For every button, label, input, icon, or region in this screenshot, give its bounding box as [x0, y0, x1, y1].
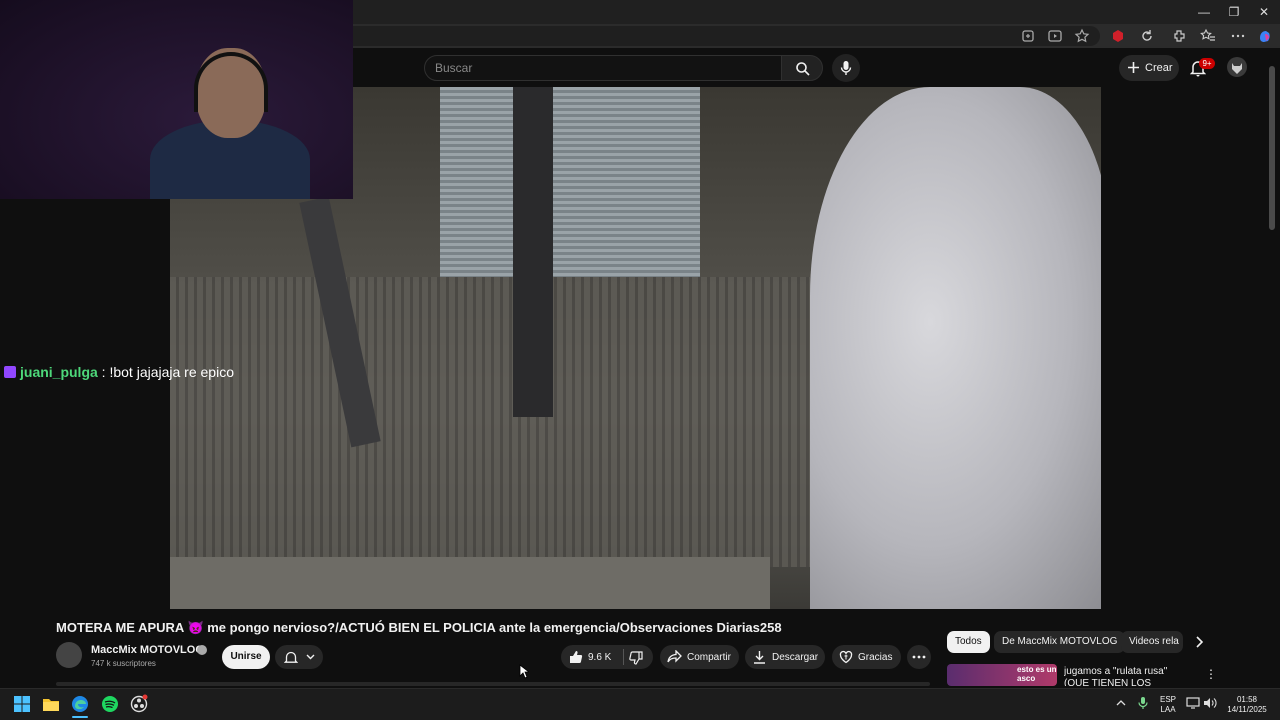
- file-explorer-icon[interactable]: [41, 694, 61, 714]
- thanks-heart-icon: [839, 650, 853, 664]
- volume-icon[interactable]: [1203, 697, 1217, 709]
- more-actions-button[interactable]: [907, 645, 931, 669]
- description-box-top: [56, 682, 930, 686]
- chat-username: juani_pulga: [20, 364, 98, 380]
- subscriber-count: 747 k suscriptores: [91, 659, 156, 668]
- chat-text: : !bot jajajaja re epico: [97, 364, 234, 380]
- video-frame-curb: [170, 557, 770, 609]
- recommended-video-menu[interactable]: ⋮: [1205, 667, 1217, 681]
- video-frame-pole: [513, 87, 553, 417]
- create-label: Crear: [1145, 62, 1173, 74]
- channel-avatar[interactable]: [56, 642, 82, 668]
- network-icon[interactable]: [1186, 697, 1200, 709]
- share-icon: [667, 650, 682, 663]
- picture-in-picture-icon[interactable]: [1047, 28, 1063, 44]
- video-frame-shutter: [440, 87, 700, 277]
- refresh-extension-icon[interactable]: [1139, 28, 1155, 44]
- favorites-icon[interactable]: [1200, 28, 1216, 44]
- obs-recording-icon[interactable]: [129, 694, 149, 714]
- video-frame-sidewalk: [170, 277, 810, 567]
- recommended-video-thumbnail[interactable]: esto es un asco: [947, 664, 1057, 686]
- thumbs-up-icon[interactable]: [569, 650, 583, 664]
- tray-microphone-icon[interactable]: [1137, 696, 1149, 710]
- download-icon: [754, 651, 765, 664]
- keyboard-layout: LAA: [1160, 705, 1176, 714]
- wolf-avatar-icon: [1232, 63, 1242, 74]
- voice-search-button[interactable]: [832, 54, 860, 82]
- spotify-icon[interactable]: [100, 694, 120, 714]
- thanks-label: Gracias: [858, 652, 893, 663]
- active-app-indicator: [72, 716, 88, 718]
- minimize-button[interactable]: —: [1196, 4, 1212, 20]
- tray-chevron-up-icon[interactable]: [1115, 698, 1127, 708]
- favorite-star-icon[interactable]: [1074, 28, 1090, 44]
- search-placeholder: Buscar: [435, 61, 473, 75]
- video-frame-hood: [810, 87, 1101, 609]
- like-divider: [623, 649, 624, 665]
- search-icon: [796, 62, 810, 76]
- edge-browser-icon[interactable]: [70, 694, 90, 714]
- chip-related[interactable]: Videos rela: [1121, 631, 1183, 653]
- verified-check-icon: [197, 645, 207, 655]
- close-button[interactable]: ✕: [1256, 4, 1272, 20]
- system-clock[interactable]: 01:58 14/11/2025: [1222, 695, 1272, 715]
- join-button[interactable]: Unirse: [222, 645, 270, 669]
- share-label: Compartir: [687, 652, 731, 663]
- thumbs-down-icon[interactable]: [629, 651, 643, 665]
- clock-date: 14/11/2025: [1227, 705, 1267, 714]
- language-code: ESP: [1159, 695, 1176, 704]
- streamer-webcam: [0, 0, 353, 199]
- download-button[interactable]: Descargar: [745, 645, 825, 669]
- chevron-right-icon[interactable]: [1192, 635, 1206, 649]
- scrollbar-thumb[interactable]: [1269, 66, 1275, 230]
- share-button[interactable]: Compartir: [660, 645, 739, 669]
- plus-icon: [1128, 62, 1139, 73]
- recommended-video-title[interactable]: jugamos a "rulata rusa" (QUE TIENEN LOS …: [1064, 666, 1194, 686]
- download-label: Descargar: [772, 652, 819, 663]
- windows-taskbar: [0, 688, 1280, 720]
- search-button[interactable]: [781, 55, 823, 81]
- create-button[interactable]: Crear: [1119, 55, 1179, 81]
- mouse-cursor-icon: [519, 664, 529, 679]
- twitch-badge-icon: [4, 366, 16, 378]
- channel-name[interactable]: MaccMix MOTOVLOG: [91, 644, 204, 656]
- bell-icon: [284, 651, 298, 663]
- like-dislike-group: 9.6 K: [561, 645, 653, 669]
- search-input[interactable]: [424, 55, 782, 81]
- input-language[interactable]: ESP LAA: [1156, 695, 1180, 715]
- chip-channel[interactable]: De MaccMix MOTOVLOG: [994, 631, 1126, 653]
- windows-start-icon[interactable]: [12, 694, 32, 714]
- chip-all[interactable]: Todos: [947, 631, 990, 653]
- account-avatar[interactable]: [1227, 57, 1247, 77]
- thumbnail-text: esto es un asco: [1017, 665, 1057, 683]
- notification-count-badge: 9+: [1199, 58, 1215, 69]
- video-title: MOTERA ME APURA 👿 me pongo nervioso?/ACT…: [56, 620, 782, 635]
- stream-chat-message: juani_pulga : !bot jajajaja re epico: [4, 364, 234, 380]
- maximize-button[interactable]: ❐: [1226, 4, 1242, 20]
- clock-time: 01:58: [1236, 695, 1258, 704]
- like-count[interactable]: 9.6 K: [588, 652, 611, 663]
- thanks-button[interactable]: Gracias: [832, 645, 901, 669]
- more-menu-icon[interactable]: [1230, 28, 1246, 44]
- address-bar[interactable]: [340, 26, 1100, 46]
- app-available-icon[interactable]: [1020, 28, 1036, 44]
- copilot-icon[interactable]: [1257, 28, 1273, 44]
- subscription-bell-button[interactable]: [275, 645, 323, 669]
- extensions-icon[interactable]: [1172, 28, 1188, 44]
- more-horizontal-icon: [912, 655, 926, 659]
- microphone-icon: [840, 61, 852, 75]
- chevron-down-icon: [306, 654, 315, 660]
- extension-red-icon[interactable]: [1110, 28, 1126, 44]
